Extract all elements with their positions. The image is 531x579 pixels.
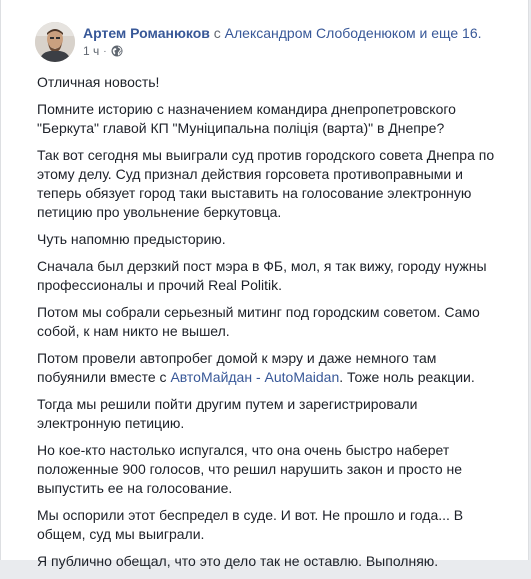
post-body: Отличная новость! Помните историю с назн… [37, 73, 497, 579]
post-paragraph: Помните историю с назначением командира … [37, 101, 456, 136]
post-card: Артем Романюков с Александром Слободенюк… [0, 0, 529, 569]
automaidan-page-link[interactable]: АвтоМайдан - AutoMaidan [170, 369, 339, 385]
post-header: Артем Романюков с Александром Слободенюк… [1, 0, 528, 70]
post-paragraph-with-link: Потом провели автопробег домой к мэру и … [37, 349, 497, 387]
avatar-image [35, 22, 75, 62]
post-header-title: Артем Романюков с Александром Слободенюк… [83, 24, 522, 42]
post-timestamp[interactable]: 1 ч [83, 44, 99, 58]
post-paragraph: Так вот сегодня мы выиграли суд против г… [37, 147, 495, 220]
post-paragraph: Сначала был дерзкий пост мэра в ФБ, мол,… [37, 258, 487, 293]
post-paragraph: Я публично обещал, что это дело так не о… [37, 553, 439, 569]
post-paragraph: Мы оспорили этот беспредел в суде. И вот… [37, 507, 464, 542]
globe-icon[interactable] [111, 45, 123, 57]
post-meta: 1 ч · [83, 44, 123, 58]
with-prefix: с [209, 25, 225, 41]
tagged-person-link[interactable]: Александром Слободенюком [225, 25, 416, 41]
author-name-link[interactable]: Артем Романюков [83, 25, 210, 41]
tagged-others-link[interactable]: и еще 16. [416, 25, 482, 41]
post-paragraph: Отличная новость! [37, 74, 160, 90]
meta-separator: · [103, 45, 107, 57]
post-paragraph: Потом мы собрали серьезный митинг под го… [37, 304, 480, 339]
post-paragraph: Тогда мы решили пойти другим путем и зар… [37, 396, 418, 431]
post-paragraph: Но кое-кто настолько испугался, что она … [37, 442, 463, 496]
author-avatar[interactable] [35, 22, 75, 62]
paragraph-text: . Тоже ноль реакции. [339, 369, 475, 385]
post-paragraph: Чуть напомню предысторию. [37, 231, 226, 247]
